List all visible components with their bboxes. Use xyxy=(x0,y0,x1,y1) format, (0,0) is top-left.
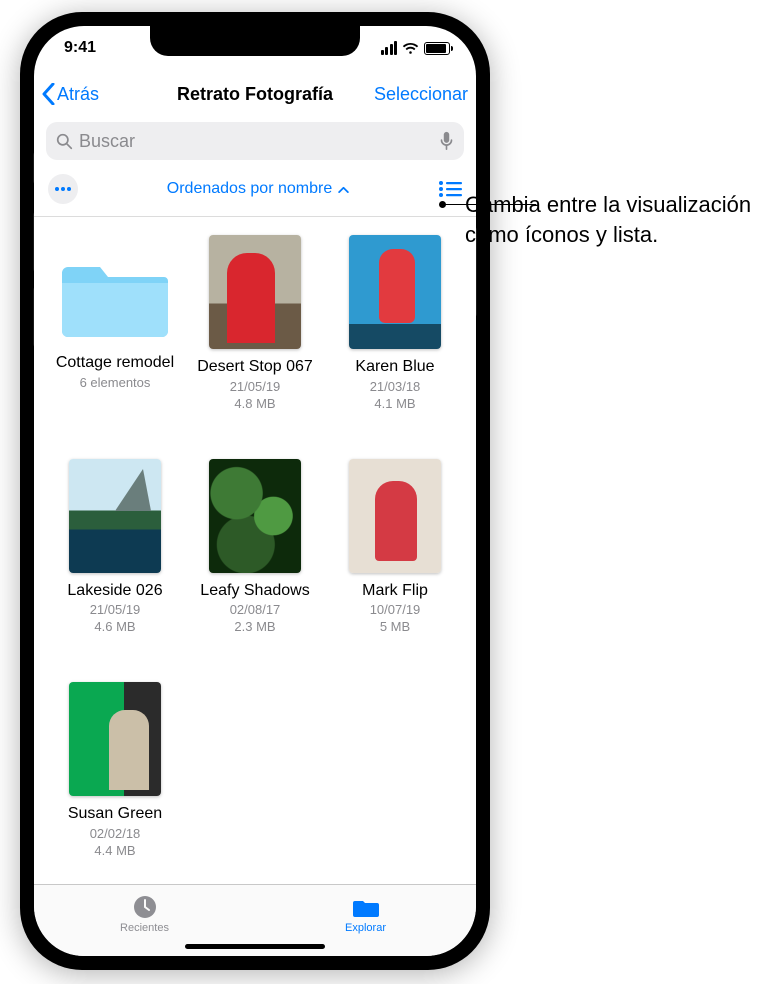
status-time: 9:41 xyxy=(64,39,96,57)
view-toggle-button[interactable] xyxy=(438,180,462,198)
search-input[interactable] xyxy=(79,131,433,152)
item-size: 4.8 MB xyxy=(234,396,275,411)
item-meta: 6 elementos xyxy=(80,375,151,390)
search-field[interactable] xyxy=(46,122,464,160)
sort-dropdown[interactable]: Ordenados por nombre xyxy=(78,180,438,198)
cellular-signal-icon xyxy=(381,41,398,55)
files-grid: Cottage remodel 6 elementos Desert Stop … xyxy=(34,217,476,884)
sort-label-text: Ordenados por nombre xyxy=(167,180,332,198)
item-name: Karen Blue xyxy=(355,357,434,377)
back-button[interactable]: Atrás xyxy=(42,83,99,105)
file-item[interactable]: Mark Flip 10/07/19 5 MB xyxy=(330,459,460,653)
item-size: 4.4 MB xyxy=(94,843,135,858)
item-size: 4.1 MB xyxy=(374,396,415,411)
status-right-cluster xyxy=(381,41,451,55)
microphone-icon[interactable] xyxy=(439,131,454,151)
item-date: 10/07/19 xyxy=(370,602,421,617)
back-label: Atrás xyxy=(57,84,99,105)
item-name: Mark Flip xyxy=(362,581,428,601)
chevron-left-icon xyxy=(42,83,55,105)
folder-item[interactable]: Cottage remodel 6 elementos xyxy=(50,235,180,429)
chevron-up-icon xyxy=(338,186,349,193)
folder-icon xyxy=(353,894,379,920)
file-item[interactable]: Desert Stop 067 21/05/19 4.8 MB xyxy=(190,235,320,429)
file-thumbnail xyxy=(209,459,301,573)
battery-icon xyxy=(424,42,450,55)
file-item[interactable]: Leafy Shadows 02/08/17 2.3 MB xyxy=(190,459,320,653)
search-icon xyxy=(56,133,73,150)
item-date: 21/05/19 xyxy=(230,379,281,394)
item-size: 4.6 MB xyxy=(94,619,135,634)
more-dot-icon xyxy=(67,187,71,191)
item-size: 2.3 MB xyxy=(234,619,275,634)
item-size: 5 MB xyxy=(380,619,410,634)
item-name: Lakeside 026 xyxy=(67,581,162,601)
item-date: 21/05/19 xyxy=(90,602,141,617)
file-thumbnail xyxy=(69,459,161,573)
sort-bar: Ordenados por nombre xyxy=(34,168,476,217)
file-item[interactable]: Karen Blue 21/03/18 4.1 MB xyxy=(330,235,460,429)
item-name: Cottage remodel xyxy=(56,353,174,373)
item-date: 02/02/18 xyxy=(90,826,141,841)
item-date: 21/03/18 xyxy=(370,379,421,394)
item-date: 02/08/17 xyxy=(230,602,281,617)
navigation-bar: Atrás Retrato Fotografía Seleccionar xyxy=(34,70,476,118)
more-dot-icon xyxy=(55,187,59,191)
file-thumbnail xyxy=(209,235,301,349)
item-name: Susan Green xyxy=(68,804,162,824)
file-thumbnail xyxy=(69,682,161,796)
item-name: Desert Stop 067 xyxy=(197,357,313,377)
file-thumbnail xyxy=(349,459,441,573)
annotation-callout: Cambia entre la visualización como ícono… xyxy=(465,190,763,249)
tab-recents[interactable]: Recientes xyxy=(34,885,255,942)
item-name: Leafy Shadows xyxy=(200,581,309,601)
file-item[interactable]: Lakeside 026 21/05/19 4.6 MB xyxy=(50,459,180,653)
more-dot-icon xyxy=(61,187,65,191)
select-button[interactable]: Seleccionar xyxy=(374,84,468,105)
home-indicator[interactable] xyxy=(185,944,325,949)
file-item[interactable]: Susan Green 02/02/18 4.4 MB xyxy=(50,682,180,876)
more-options-button[interactable] xyxy=(48,174,78,204)
tab-label: Explorar xyxy=(345,922,386,934)
tab-label: Recientes xyxy=(120,922,169,934)
wifi-icon xyxy=(402,42,419,55)
folder-icon xyxy=(62,253,168,339)
tab-browse[interactable]: Explorar xyxy=(255,885,476,942)
file-thumbnail xyxy=(349,235,441,349)
clock-icon xyxy=(132,894,158,920)
